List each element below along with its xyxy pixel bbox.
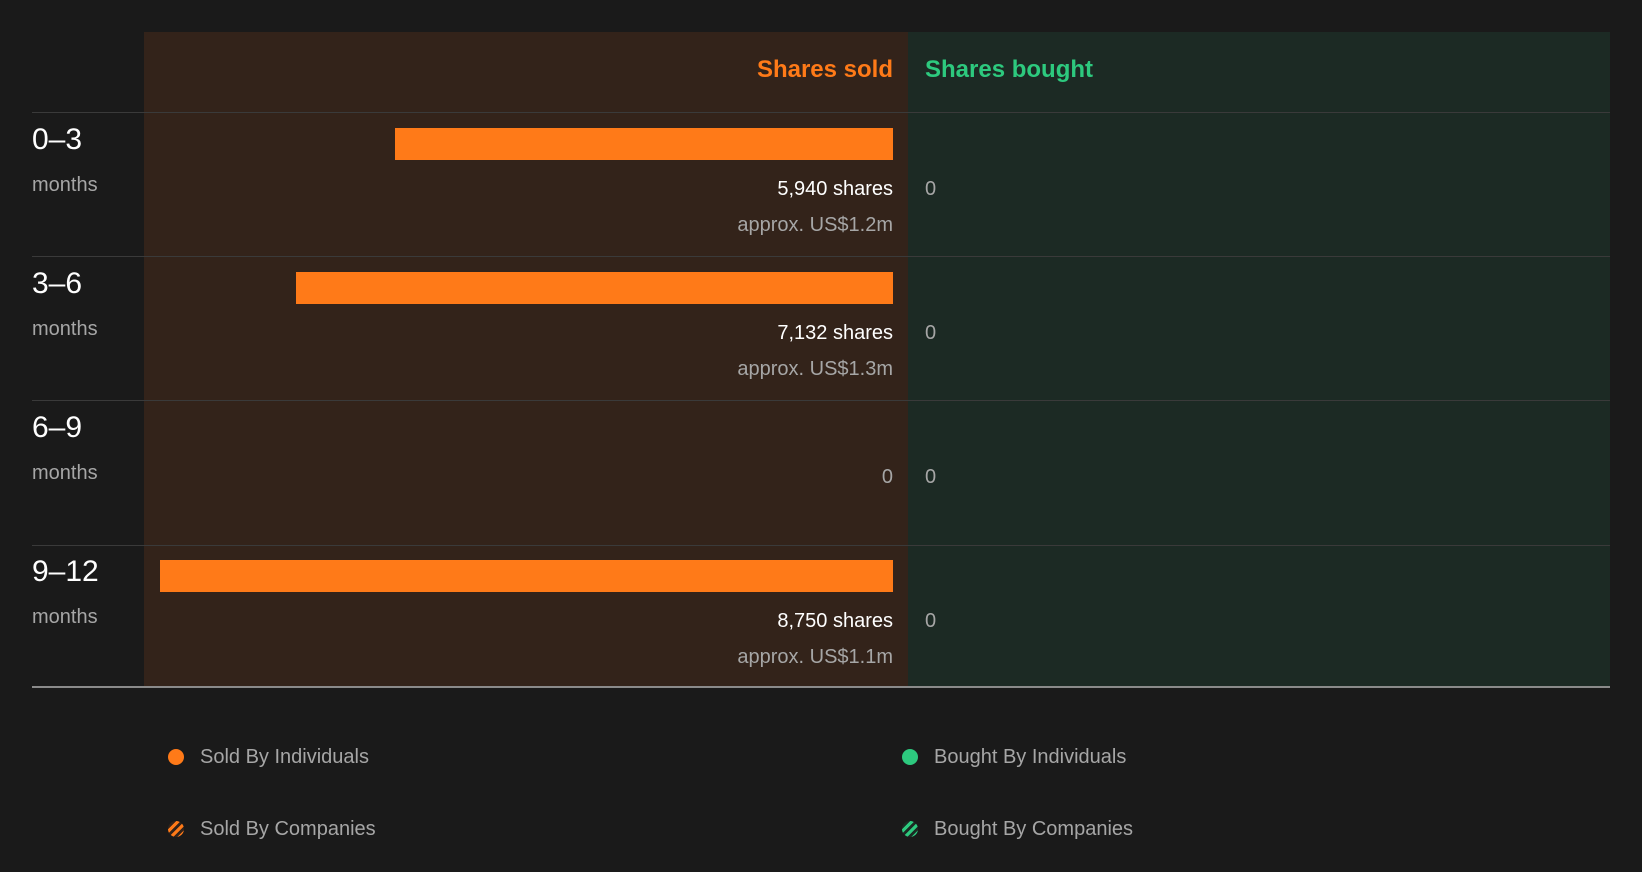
insider-trading-chart: Shares sold Shares bought 0–3 months 5,9… <box>0 0 1642 700</box>
sold-value-label: approx. US$1.2m <box>737 214 893 236</box>
period-unit-label: months <box>32 606 98 628</box>
period-unit-label: months <box>32 318 98 340</box>
sold-shares-label: 8,750 shares <box>777 610 893 632</box>
row-divider <box>32 112 1610 113</box>
sold-bar <box>395 128 893 160</box>
shares-bought-panel <box>908 32 1610 687</box>
legend-label: Sold By Individuals <box>200 746 369 768</box>
bought-shares-label: 0 <box>925 178 937 200</box>
period-unit-label: months <box>32 462 98 484</box>
sold-value-label: approx. US$1.3m <box>737 358 893 380</box>
period-unit-label: months <box>32 174 98 196</box>
legend-sold-by-individuals[interactable]: Sold By Individuals <box>168 743 369 771</box>
hatched-dot-icon <box>902 821 918 837</box>
period-label: 6–9 <box>32 411 83 444</box>
legend-bought-by-individuals[interactable]: Bought By Individuals <box>902 743 1126 771</box>
sold-bar <box>296 272 893 304</box>
chart-baseline <box>32 686 1610 688</box>
period-label: 3–6 <box>32 267 83 300</box>
sold-shares-label: 0 <box>881 466 893 488</box>
bought-shares-label: 0 <box>925 610 937 632</box>
hatched-dot-icon <box>168 821 184 837</box>
period-label: 9–12 <box>32 555 99 588</box>
sold-shares-label: 7,132 shares <box>777 322 893 344</box>
legend-bought-by-companies[interactable]: Bought By Companies <box>902 815 1133 843</box>
solid-dot-icon <box>168 749 184 765</box>
shares-bought-header: Shares bought <box>925 56 1094 83</box>
row-divider <box>32 400 1610 401</box>
legend-label: Bought By Companies <box>934 818 1134 840</box>
row-divider <box>32 545 1610 546</box>
shares-sold-header: Shares sold <box>756 56 893 83</box>
bought-shares-label: 0 <box>925 466 937 488</box>
solid-dot-icon <box>902 749 918 765</box>
legend-sold-by-companies[interactable]: Sold By Companies <box>168 815 376 843</box>
legend-label: Sold By Companies <box>200 818 376 840</box>
row-divider <box>32 256 1610 257</box>
legend-label: Bought By Individuals <box>934 746 1127 768</box>
sold-bar <box>160 560 893 592</box>
sold-shares-label: 5,940 shares <box>777 178 893 200</box>
bought-shares-label: 0 <box>925 322 937 344</box>
sold-value-label: approx. US$1.1m <box>737 646 893 668</box>
period-label: 0–3 <box>32 123 83 156</box>
